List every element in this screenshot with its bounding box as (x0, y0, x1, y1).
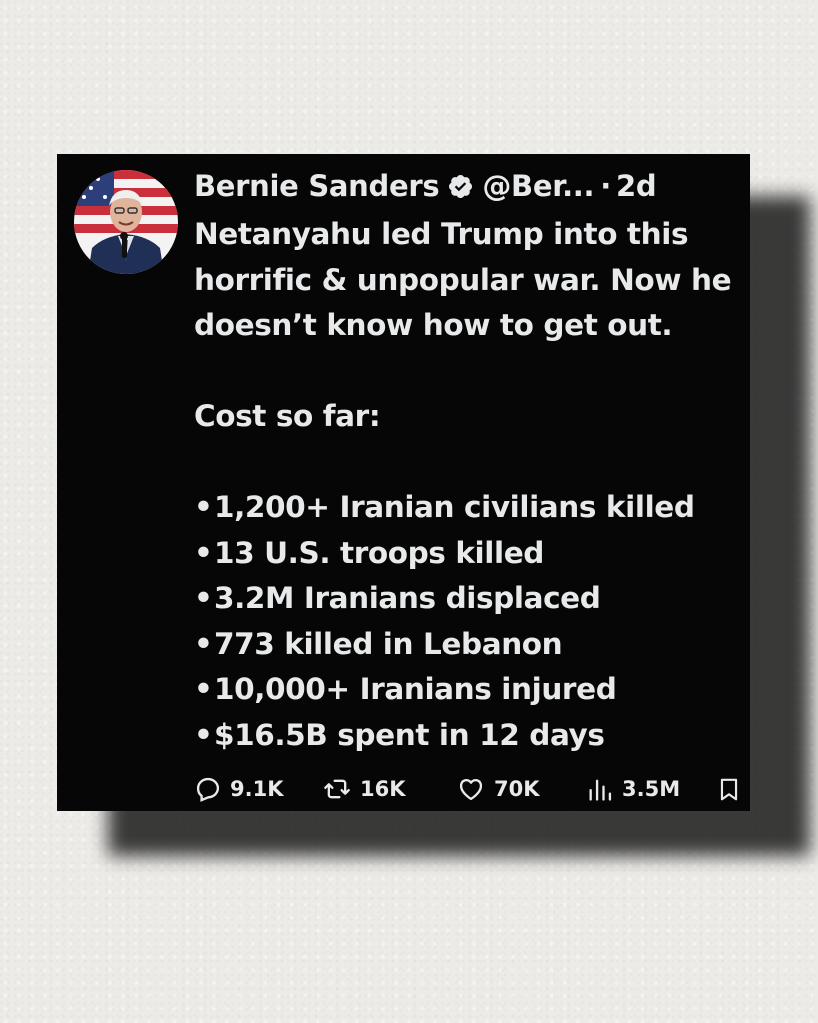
views-button[interactable]: 3.5M (586, 772, 680, 806)
verified-badge-icon (447, 173, 474, 200)
tweet-text-line: horrific & unpopular war. Now he (194, 262, 732, 297)
list-item-text: 13 U.S. troops killed (214, 535, 545, 570)
separator-dot: · (600, 169, 611, 203)
list-item: •$16.5B spent in 12 days (194, 713, 750, 759)
heart-icon (459, 778, 483, 801)
repost-icon (324, 779, 350, 799)
list-item: •3.2M Iranians displaced (194, 576, 750, 622)
bullet-glyph: • (194, 535, 213, 570)
bookmark-icon (720, 778, 738, 801)
author-handle[interactable]: @Ber... (482, 169, 594, 203)
list-item-text: $16.5B spent in 12 days (214, 717, 605, 752)
action-bar: 9.1K 16K 70K 3.5M (194, 772, 744, 806)
views-icon (589, 779, 612, 801)
repost-button[interactable]: 16K (322, 772, 406, 806)
tweet-header: Bernie Sanders @Ber... · 2d (194, 166, 657, 206)
bullet-glyph: • (194, 672, 213, 706)
avatar[interactable] (74, 170, 178, 274)
reply-count: 9.1K (230, 777, 284, 801)
repost-count: 16K (360, 777, 406, 801)
tweet-card: Bernie Sanders @Ber... · 2d Netanyahu le… (57, 154, 750, 811)
reply-icon (196, 777, 220, 802)
tweet-text-line: Netanyahu led Trump into this (194, 217, 689, 251)
bookmark-button[interactable] (716, 772, 750, 806)
reply-button[interactable]: 9.1K (194, 772, 283, 806)
list-item-text: 1,200+ Iranian civilians killed (214, 490, 695, 524)
bullet-glyph: • (194, 581, 213, 615)
like-button[interactable]: 70K (456, 772, 540, 806)
list-item: •13 U.S. troops killed (194, 531, 750, 577)
bullet-glyph: • (194, 626, 213, 661)
author-name[interactable]: Bernie Sanders (194, 169, 440, 203)
list-item-text: 10,000+ Iranians injured (214, 672, 617, 706)
tweet-timestamp[interactable]: 2d (616, 169, 657, 203)
list-item: •10,000+ Iranians injured (194, 667, 750, 713)
bullet-glyph: • (194, 490, 213, 524)
avatar-image (74, 170, 178, 274)
list-item: •1,200+ Iranian civilians killed (194, 485, 750, 531)
bullet-glyph: • (194, 717, 213, 752)
cost-heading: Cost so far: (194, 399, 381, 433)
like-count: 70K (494, 777, 540, 801)
list-item: •773 killed in Lebanon (194, 622, 750, 668)
list-item-text: 3.2M Iranians displaced (214, 581, 601, 615)
views-count: 3.5M (622, 777, 681, 801)
tweet-text: Netanyahu led Trump into this horrific &… (194, 212, 750, 758)
tweet-text-line: doesn’t know how to get out. (194, 308, 673, 342)
list-item-text: 773 killed in Lebanon (214, 626, 563, 661)
